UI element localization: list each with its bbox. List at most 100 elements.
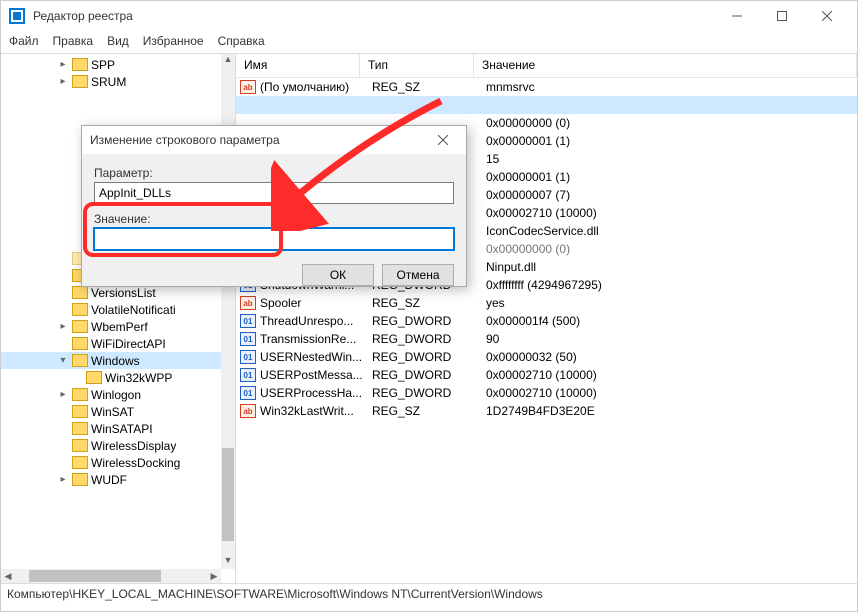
list-row[interactable]: 01ThreadUnrespo...REG_DWORD0x000001f4 (5… [236, 312, 857, 330]
cell-name: ThreadUnrespo... [260, 314, 364, 328]
value-input[interactable] [94, 228, 454, 250]
list-row[interactable]: ab SpoolerREG_SZyes [236, 294, 857, 312]
cell-value: 0x000001f4 (500) [478, 314, 857, 328]
cell-value: 1D2749B4FD3E20E [478, 404, 857, 418]
tree-item[interactable]: ▾Windows [1, 352, 221, 369]
column-value[interactable]: Значение [474, 54, 857, 77]
status-bar: Компьютер\HKEY_LOCAL_MACHINE\SOFTWARE\Mi… [1, 583, 857, 605]
tree-item-label: Win32kWPP [105, 371, 172, 385]
cell-name: USERPostMessa... [260, 368, 364, 382]
tree-item[interactable]: WinSATAPI [1, 420, 221, 437]
cell-type: REG_DWORD [364, 350, 478, 364]
expand-icon[interactable]: ▸ [57, 59, 69, 70]
expand-icon[interactable]: ▸ [57, 389, 69, 400]
column-type[interactable]: Тип [360, 54, 474, 77]
binary-value-icon: 01 [240, 314, 256, 328]
tree-item[interactable]: ▸ SPP [1, 56, 221, 73]
folder-icon [72, 303, 88, 316]
tree-item-label: SPP [91, 58, 115, 72]
minimize-button[interactable] [714, 2, 759, 30]
cell-type: REG_SZ [364, 80, 478, 94]
app-icon [9, 8, 25, 24]
cell-value: yes [478, 296, 857, 310]
title-bar: Редактор реестра [1, 1, 857, 31]
list-row[interactable]: 01USERProcessHa...REG_DWORD0x00002710 (1… [236, 384, 857, 402]
cell-name: (По умолчанию) [260, 80, 364, 94]
maximize-button[interactable] [759, 2, 804, 30]
ok-button[interactable]: ОК [302, 264, 374, 286]
param-input[interactable] [94, 182, 454, 204]
list-row[interactable]: 01TransmissionRe...REG_DWORD90 [236, 330, 857, 348]
column-name[interactable]: Имя [236, 54, 360, 77]
folder-icon [72, 422, 88, 435]
cell-value: 0x00000000 (0) [478, 116, 857, 130]
tree-item[interactable]: ▸ Winlogon [1, 386, 221, 403]
tree-scroll-horizontal[interactable]: ◀▶ [1, 569, 221, 583]
tree-item[interactable]: ▸ WUDF [1, 471, 221, 488]
tree-item[interactable]: VolatileNotificati [1, 301, 221, 318]
cell-type: REG_SZ [364, 296, 478, 310]
string-value-icon: ab [240, 80, 256, 94]
list-row[interactable]: 01USERPostMessa...REG_DWORD0x00002710 (1… [236, 366, 857, 384]
tree-item-label: Winlogon [91, 388, 141, 402]
menu-file[interactable]: Файл [9, 34, 39, 48]
window-title: Редактор реестра [33, 9, 714, 23]
cell-value: 0x00000001 (1) [478, 170, 857, 184]
cell-value: 15 [478, 152, 857, 166]
dialog-close-button[interactable] [428, 129, 458, 151]
string-value-icon: ab [240, 404, 256, 418]
cell-value: IconCodecService.dll [478, 224, 857, 238]
tree-item[interactable]: ▸ WbemPerf [1, 318, 221, 335]
expand-icon[interactable]: ▾ [57, 355, 69, 366]
tree-item-label: WirelessDocking [91, 456, 180, 470]
cell-value: 0x00002710 (10000) [478, 386, 857, 400]
cell-name: Spooler [260, 296, 364, 310]
tree-item[interactable]: WirelessDocking [1, 454, 221, 471]
folder-icon [72, 439, 88, 452]
expand-icon[interactable]: ▸ [57, 474, 69, 485]
edit-string-dialog: Изменение строкового параметра Параметр:… [81, 125, 467, 287]
cancel-button[interactable]: Отмена [382, 264, 454, 286]
binary-value-icon: 01 [240, 332, 256, 346]
tree-item[interactable]: WiFiDirectAPI [1, 335, 221, 352]
folder-icon [72, 473, 88, 486]
tree-item-label: SRUM [91, 75, 126, 89]
expand-icon[interactable]: ▸ [57, 321, 69, 332]
tree-item[interactable]: Win32kWPP [1, 369, 221, 386]
cell-type: REG_SZ [364, 404, 478, 418]
menu-favorites[interactable]: Избранное [143, 34, 204, 48]
list-row[interactable]: ab Win32kLastWrit...REG_SZ1D2749B4FD3E20E [236, 402, 857, 420]
folder-icon [72, 388, 88, 401]
cell-type: REG_DWORD [364, 332, 478, 346]
folder-icon [72, 456, 88, 469]
cell-value: 0x00000000 (0) [478, 242, 857, 256]
expand-icon[interactable]: ▸ [57, 76, 69, 87]
list-row[interactable]: 01USERNestedWin...REG_DWORD0x00000032 (5… [236, 348, 857, 366]
tree-item[interactable]: WinSAT [1, 403, 221, 420]
tree-item-label: WUDF [91, 473, 127, 487]
list-header: Имя Тип Значение [236, 54, 857, 78]
folder-icon [72, 320, 88, 333]
folder-icon [72, 354, 88, 367]
cell-type: REG_DWORD [364, 386, 478, 400]
list-row[interactable]: ab [236, 96, 857, 114]
binary-value-icon: 01 [240, 386, 256, 400]
dialog-title: Изменение строкового параметра [90, 133, 428, 147]
tree-item-label: WinSATAPI [91, 422, 153, 436]
tree-item-label: WbemPerf [91, 320, 148, 334]
tree-item-label: WinSAT [91, 405, 134, 419]
close-button[interactable] [804, 2, 849, 30]
list-row[interactable]: ab(По умолчанию)REG_SZmnmsrvc [236, 78, 857, 96]
menu-edit[interactable]: Правка [53, 34, 94, 48]
cell-type: REG_DWORD [364, 368, 478, 382]
cell-name: Win32kLastWrit... [260, 404, 364, 418]
cell-value: 0x00002710 (10000) [478, 206, 857, 220]
folder-icon [72, 405, 88, 418]
tree-item[interactable]: ▸ SRUM [1, 73, 221, 90]
folder-icon [72, 75, 88, 88]
menu-view[interactable]: Вид [107, 34, 129, 48]
menu-help[interactable]: Справка [218, 34, 265, 48]
tree-item[interactable]: WirelessDisplay [1, 437, 221, 454]
cell-value: 90 [478, 332, 857, 346]
string-value-icon: ab [240, 296, 256, 310]
